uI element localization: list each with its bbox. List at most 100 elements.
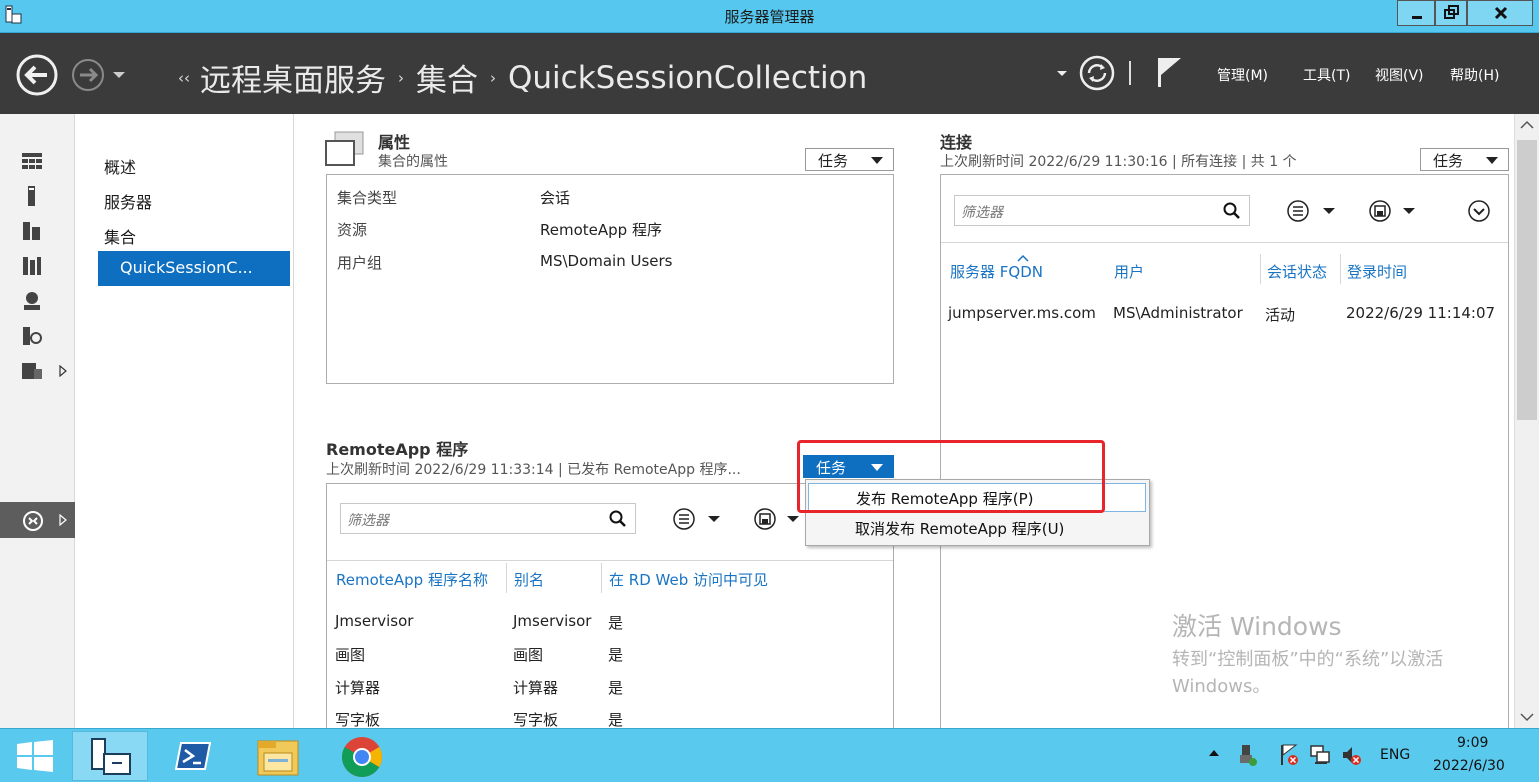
activation-watermark-text: Windows。	[1172, 676, 1271, 697]
table-cell[interactable]: 是	[608, 677, 623, 698]
activation-watermark-text: 转到“控制面板”中的“系统”以激活	[1172, 649, 1444, 670]
back-icon[interactable]	[16, 54, 58, 96]
remoteapp-filter-input[interactable]: 筛选器	[340, 503, 636, 534]
connections-tasks-button[interactable]: 任务	[1420, 148, 1509, 171]
iis-icon[interactable]	[20, 289, 44, 313]
minimize-button[interactable]	[1397, 0, 1435, 26]
maximize-button[interactable]	[1435, 0, 1467, 26]
connections-title: 连接	[940, 133, 973, 152]
breadcrumb-item-collections[interactable]: 集合	[416, 55, 478, 100]
table-cell[interactable]: 写字板	[335, 709, 380, 730]
connections-filter-input[interactable]: 筛选器	[954, 195, 1250, 226]
print-services-icon[interactable]	[20, 324, 44, 348]
properties-tasks-button[interactable]: 任务	[805, 148, 894, 171]
all-servers-icon[interactable]	[20, 219, 44, 243]
table-cell[interactable]: 是	[608, 612, 623, 633]
expand-icon[interactable]	[1467, 199, 1491, 223]
column-header[interactable]: 会话状态	[1267, 261, 1327, 282]
nav-item-collections[interactable]: 集合	[104, 224, 136, 248]
table-cell[interactable]: 2022/6/29 11:14:07	[1346, 304, 1495, 322]
nav-item-selected-label: QuickSessionC...	[120, 258, 253, 277]
scrollbar-thumb[interactable]	[1517, 140, 1537, 420]
save-query-icon[interactable]	[752, 506, 802, 532]
menu-view[interactable]: 视图(V)	[1375, 65, 1424, 85]
expand-arrow-icon[interactable]	[58, 365, 68, 377]
usb-device-icon[interactable]	[1237, 743, 1259, 767]
table-cell[interactable]: 是	[608, 709, 623, 730]
file-storage-icon[interactable]	[20, 254, 44, 278]
menu-manage[interactable]: 管理(M)	[1217, 65, 1268, 85]
vertical-scrollbar[interactable]	[1514, 114, 1539, 728]
refresh-dropdown-icon[interactable]	[1057, 71, 1067, 76]
table-cell[interactable]: 写字板	[513, 709, 558, 730]
taskbar-server-manager[interactable]	[72, 731, 148, 781]
clock-date[interactable]: 2022/6/30	[1433, 758, 1505, 774]
menu-item-unpublish-remoteapp[interactable]: 取消发布 RemoteApp 程序(U)	[808, 513, 1146, 542]
table-cell[interactable]: 画图	[335, 644, 365, 665]
connections-subtitle: 上次刷新时间 2022/6/29 11:30:16 | 所有连接 | 共 1 个	[940, 154, 1297, 170]
nav-item-overview[interactable]: 概述	[104, 154, 136, 178]
input-language-indicator[interactable]: ENG	[1380, 747, 1410, 763]
scroll-up-icon[interactable]	[1520, 120, 1534, 130]
taskbar-powershell[interactable]	[155, 731, 231, 781]
breadcrumb-item-rds[interactable]: 远程桌面服务	[200, 55, 386, 100]
windows-start-icon[interactable]	[17, 740, 53, 772]
property-key: 用户组	[337, 254, 383, 272]
property-key: 集合类型	[337, 189, 398, 207]
breadcrumb-item-collection[interactable]: QuickSessionCollection	[508, 60, 867, 96]
table-cell[interactable]: Jmservisor	[513, 612, 591, 630]
remoteapp-title: RemoteApp 程序	[326, 440, 469, 459]
dashboard-icon[interactable]	[20, 150, 44, 174]
divider	[327, 560, 893, 561]
network-icon[interactable]	[1309, 743, 1331, 767]
table-cell[interactable]: 计算器	[335, 677, 380, 698]
table-cell[interactable]: jumpserver.ms.com	[948, 304, 1096, 322]
restore-icon	[1444, 5, 1459, 19]
chrome-icon	[342, 737, 382, 777]
column-header[interactable]: 别名	[514, 569, 544, 590]
filter-placeholder: 筛选器	[347, 513, 389, 529]
tray-expand-icon[interactable]	[1208, 748, 1220, 758]
save-query-icon[interactable]	[1367, 198, 1417, 224]
file-services-icon[interactable]	[20, 359, 44, 383]
rail-active-rds[interactable]	[0, 502, 75, 538]
column-header[interactable]: 服务器 FQDN	[950, 261, 1043, 282]
icon-rail	[0, 114, 75, 728]
clock-time[interactable]: 9:09	[1457, 735, 1488, 751]
column-header[interactable]: RemoteApp 程序名称	[336, 569, 488, 590]
action-center-flag-icon[interactable]	[1278, 743, 1300, 767]
taskbar-chrome[interactable]	[323, 731, 399, 781]
header-divider	[1129, 61, 1131, 85]
local-server-icon[interactable]	[20, 184, 44, 208]
list-options-icon[interactable]	[671, 506, 721, 532]
list-options-icon[interactable]	[1285, 198, 1335, 224]
nav-buttons	[16, 54, 125, 96]
notifications-flag-icon[interactable]	[1158, 58, 1181, 87]
column-header[interactable]: 用户	[1114, 261, 1144, 282]
table-cell[interactable]: 是	[608, 644, 623, 665]
close-icon	[1494, 6, 1508, 20]
refresh-icon[interactable]	[1079, 55, 1115, 91]
minimize-icon	[1412, 16, 1422, 19]
forward-icon[interactable]	[72, 59, 104, 91]
header-bar: ‹‹ 远程桌面服务 › 集合 › QuickSessionCollection …	[0, 33, 1539, 114]
powershell-icon	[175, 742, 211, 770]
taskbar-file-explorer[interactable]	[240, 731, 316, 781]
column-header[interactable]: 登录时间	[1347, 261, 1407, 282]
table-cell[interactable]: 画图	[513, 644, 543, 665]
menu-tools[interactable]: 工具(T)	[1303, 65, 1350, 85]
scroll-down-icon[interactable]	[1520, 712, 1534, 722]
history-dropdown-icon[interactable]	[113, 72, 125, 78]
menu-help[interactable]: 帮助(H)	[1450, 65, 1499, 85]
nav-item-selected-collection[interactable]: QuickSessionC...	[98, 251, 290, 286]
table-cell[interactable]: 活动	[1265, 304, 1295, 325]
table-cell[interactable]: Jmservisor	[335, 612, 413, 630]
table-cell[interactable]: 计算器	[513, 677, 558, 698]
nav-item-servers[interactable]: 服务器	[104, 189, 152, 213]
column-header[interactable]: 在 RD Web 访问中可见	[609, 569, 768, 590]
table-cell[interactable]: MS\Administrator	[1113, 304, 1243, 322]
breadcrumb-separator: ›	[398, 68, 404, 87]
volume-muted-icon[interactable]	[1341, 743, 1363, 767]
close-button[interactable]	[1467, 0, 1533, 26]
header-tools	[1057, 55, 1181, 91]
